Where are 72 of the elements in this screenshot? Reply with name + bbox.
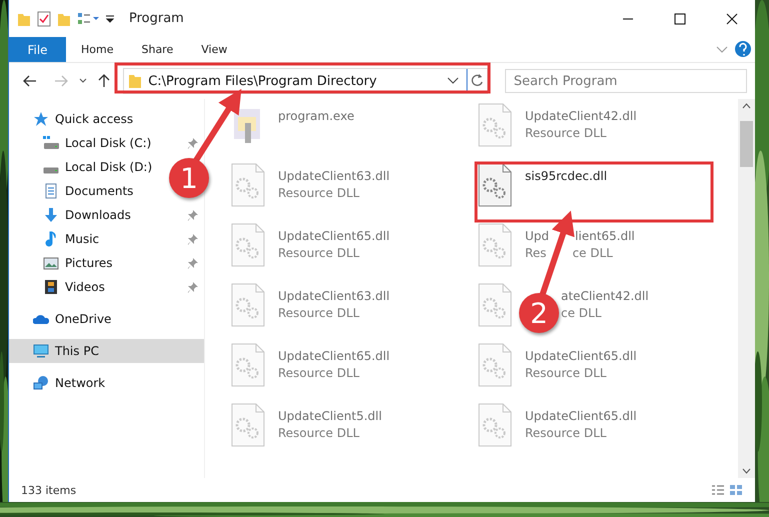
drive-icon	[43, 135, 59, 151]
ribbon-tab[interactable]: Home	[68, 37, 126, 62]
gear-file-icon[interactable]	[477, 163, 513, 207]
file-type: Res	[525, 246, 546, 260]
up-icon[interactable]	[98, 74, 110, 88]
window-title: Program	[129, 11, 185, 26]
pictures-icon	[43, 255, 59, 271]
document-icon	[43, 183, 59, 199]
scroll-down-icon[interactable]	[742, 468, 751, 474]
step-number: 2	[519, 293, 559, 333]
file-type: ce DLL	[561, 306, 602, 320]
sidebar-item[interactable]: This PC	[9, 339, 204, 363]
sidebar-item[interactable]: Network	[9, 371, 112, 395]
file-type: Resource DLL	[278, 186, 360, 200]
monitor-icon	[33, 343, 49, 359]
file-name[interactable]: UpdateClient63.dll	[278, 289, 390, 303]
file-name[interactable]: UpdateClient65.dll	[525, 349, 637, 363]
view-dropdown-icon[interactable]	[77, 10, 99, 26]
film-icon	[43, 279, 59, 295]
scrollbar[interactable]	[738, 99, 755, 478]
file-name[interactable]: UpdateClient42.dll	[525, 109, 637, 123]
customize-toolbar-icon[interactable]	[105, 14, 115, 24]
sidebar-item[interactable]: Music	[9, 227, 204, 251]
drive-icon	[43, 166, 59, 174]
sidebar-item[interactable]: Documents	[9, 179, 140, 203]
file-name[interactable]: UpdateClient65.dll	[278, 349, 390, 363]
file-name[interactable]: program.exe	[278, 109, 354, 123]
file-type: Resource DLL	[278, 306, 360, 320]
file-name[interactable]: Upd	[525, 229, 550, 243]
item-count: 133 items	[21, 484, 76, 496]
maximize-icon[interactable]	[674, 12, 686, 24]
download-icon	[43, 207, 59, 223]
file-type: ce DLL	[572, 246, 613, 260]
scroll-thumb[interactable]	[740, 121, 753, 167]
address-bar[interactable]: C:\Program Files\Program Directory	[123, 68, 488, 94]
step-number: 1	[169, 158, 209, 198]
search-field[interactable]: Search Program	[504, 69, 747, 93]
sidebar-item[interactable]: OneDrive	[9, 307, 118, 331]
chevron-down-icon[interactable]	[78, 78, 87, 84]
file-type: Resource DLL	[525, 126, 606, 140]
file-type: Resource DLL	[278, 366, 360, 380]
file-type: Resource DLL	[525, 426, 606, 440]
details-view-icon[interactable]	[711, 484, 725, 496]
ribbon-tab[interactable]: View	[188, 37, 240, 62]
music-icon	[43, 231, 59, 247]
sidebar-item[interactable]: Local Disk (C:)	[9, 131, 204, 155]
file-name[interactable]: UpdateClient5.dll	[278, 409, 382, 423]
file-name[interactable]: lient65.dll	[575, 229, 635, 243]
sidebar-item[interactable]: Videos	[9, 275, 204, 299]
ribbon-tab[interactable]: Share	[128, 37, 186, 62]
tiles-view-icon[interactable]	[729, 484, 743, 496]
file-name[interactable]: UpdateClient65.dll	[525, 409, 637, 423]
sidebar-item[interactable]: Local Disk (D:)	[9, 155, 158, 179]
star-icon	[33, 111, 49, 127]
file-type: Resource DLL	[525, 366, 606, 380]
folder-icon	[128, 73, 142, 89]
file-type: Resource DLL	[278, 246, 360, 260]
file-name[interactable]: UpdateClient63.dll	[278, 169, 390, 183]
sidebar-item[interactable]: Pictures	[9, 251, 204, 275]
back-icon[interactable]	[22, 75, 37, 87]
sidebar-item[interactable]: Quick access	[9, 107, 140, 131]
file-menu-button[interactable]: File	[9, 37, 66, 62]
scroll-up-icon[interactable]	[742, 103, 751, 109]
close-icon[interactable]	[726, 12, 738, 24]
dropdown-icon[interactable]	[446, 76, 459, 86]
file-type: Resource DLL	[278, 426, 360, 440]
sidebar-item[interactable]: Downloads	[9, 203, 204, 227]
network-icon	[33, 375, 49, 391]
properties-icon[interactable]	[37, 10, 51, 26]
file-name[interactable]: sis95rcdec.dll	[525, 169, 608, 183]
file-name[interactable]: ateClient42.dll	[561, 289, 649, 303]
file-name[interactable]: UpdateClient65.dll	[278, 229, 390, 243]
